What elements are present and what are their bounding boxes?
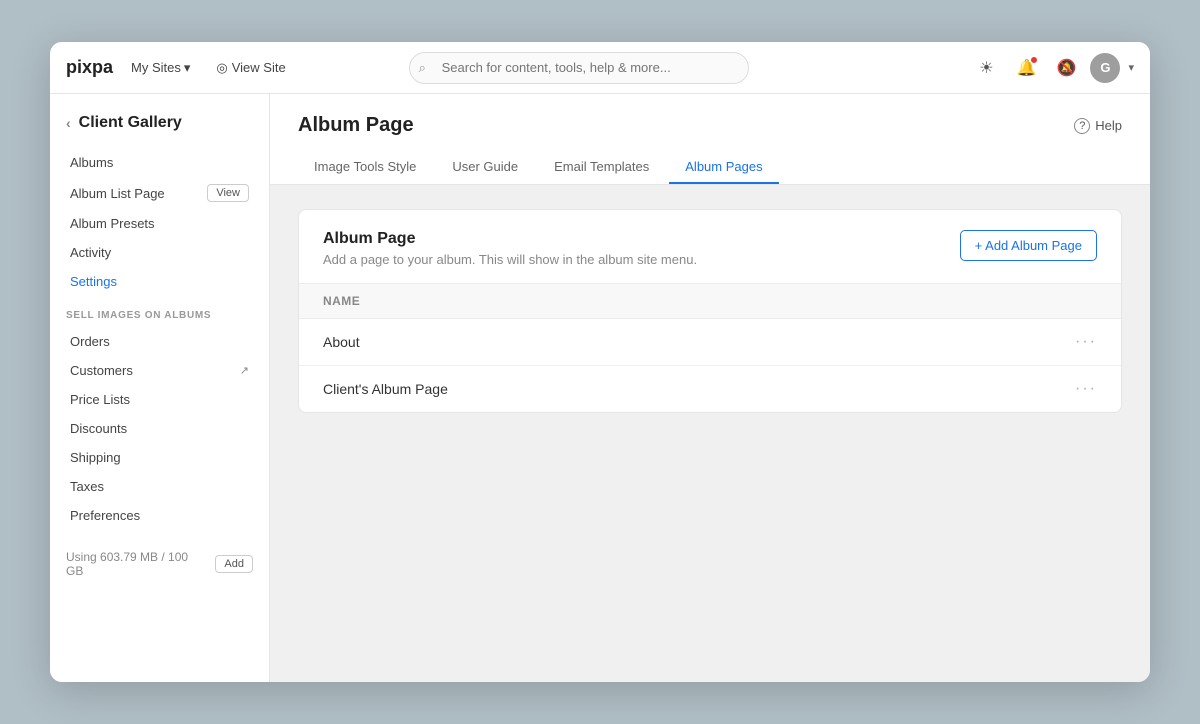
logo: pixpa xyxy=(66,57,113,78)
sidebar-section-sell: Sell Images on Albums xyxy=(50,296,269,327)
sidebar-label-price-lists: Price Lists xyxy=(70,392,130,407)
app-window: pixpa My Sites ▾ ◎ View Site ⌕ ☀ 🔔 🔕 G xyxy=(50,42,1150,682)
sidebar-title: Client Gallery xyxy=(79,114,182,132)
sidebar-item-taxes[interactable]: Taxes xyxy=(54,472,265,501)
content-tabs: Image Tools Style User Guide Email Templ… xyxy=(298,151,1122,184)
sidebar-item-albums[interactable]: Albums xyxy=(54,148,265,177)
alert-bell-icon: 🔕 xyxy=(1057,58,1077,78)
view-site-label: View Site xyxy=(232,60,286,75)
card-header: Album Page Add a page to your album. Thi… xyxy=(299,210,1121,284)
add-storage-button[interactable]: Add xyxy=(215,555,253,573)
sidebar-label-albums: Albums xyxy=(70,155,113,170)
content-header-top: Album Page ? Help xyxy=(298,114,1122,137)
sidebar-item-price-lists[interactable]: Price Lists xyxy=(54,385,265,414)
sidebar-item-activity[interactable]: Activity xyxy=(54,238,265,267)
sidebar-item-preferences[interactable]: Preferences xyxy=(54,501,265,530)
row-name: About xyxy=(323,334,360,350)
avatar-chevron-icon[interactable]: ▾ xyxy=(1128,61,1134,74)
sidebar-item-orders[interactable]: Orders xyxy=(54,327,265,356)
storage-label: Using 603.79 MB / 100 GB xyxy=(66,550,207,578)
sidebar-label-orders: Orders xyxy=(70,334,110,349)
search-input[interactable] xyxy=(409,52,749,84)
sidebar-label-customers: Customers xyxy=(70,363,133,378)
my-sites-menu[interactable]: My Sites ▾ xyxy=(125,56,196,80)
theme-toggle-button[interactable]: ☀ xyxy=(970,52,1002,84)
sidebar-item-settings[interactable]: Settings xyxy=(54,267,265,296)
card-header-info: Album Page Add a page to your album. Thi… xyxy=(323,230,697,267)
topbar: pixpa My Sites ▾ ◎ View Site ⌕ ☀ 🔔 🔕 G xyxy=(50,42,1150,94)
content-header: Album Page ? Help Image Tools Style User… xyxy=(270,94,1150,185)
tab-email-templates[interactable]: Email Templates xyxy=(538,151,665,184)
storage-info: Using 603.79 MB / 100 GB Add xyxy=(50,530,269,586)
sidebar-label-album-list-page: Album List Page xyxy=(70,186,165,201)
content-area: Album Page ? Help Image Tools Style User… xyxy=(270,94,1150,682)
sidebar-item-album-presets[interactable]: Album Presets xyxy=(54,209,265,238)
view-button[interactable]: View xyxy=(207,184,249,202)
sidebar-label-album-presets: Album Presets xyxy=(70,216,155,231)
external-link-icon: ↗ xyxy=(240,364,249,377)
back-icon: ‹ xyxy=(66,115,71,131)
help-link[interactable]: ? Help xyxy=(1074,118,1122,134)
tab-image-tools-style[interactable]: Image Tools Style xyxy=(298,151,432,184)
tab-album-pages[interactable]: Album Pages xyxy=(669,151,778,184)
content-body: Album Page Add a page to your album. Thi… xyxy=(270,185,1150,682)
sidebar-item-shipping[interactable]: Shipping xyxy=(54,443,265,472)
search-icon: ⌕ xyxy=(419,60,426,76)
table-row: About ··· xyxy=(299,319,1121,366)
add-album-page-button[interactable]: + Add Album Page xyxy=(960,230,1097,261)
notifications-button[interactable]: 🔔 xyxy=(1010,52,1042,84)
alerts-button[interactable]: 🔕 xyxy=(1050,52,1082,84)
sidebar-label-activity: Activity xyxy=(70,245,111,260)
tab-user-guide[interactable]: User Guide xyxy=(436,151,534,184)
table-row: Client's Album Page ··· xyxy=(299,366,1121,412)
main-area: ‹ Client Gallery Albums Album List Page … xyxy=(50,94,1150,682)
album-page-card: Album Page Add a page to your album. Thi… xyxy=(298,209,1122,413)
sidebar-item-discounts[interactable]: Discounts xyxy=(54,414,265,443)
search-container: ⌕ xyxy=(409,52,749,84)
sidebar-label-discounts: Discounts xyxy=(70,421,127,436)
topbar-right-actions: ☀ 🔔 🔕 G ▾ xyxy=(970,52,1134,84)
sidebar-item-customers[interactable]: Customers ↗ xyxy=(54,356,265,385)
sidebar-item-album-list-page[interactable]: Album List Page View xyxy=(54,177,265,209)
view-site-button[interactable]: ◎ View Site xyxy=(208,56,293,80)
sidebar-label-preferences: Preferences xyxy=(70,508,140,523)
avatar[interactable]: G xyxy=(1090,53,1120,83)
chevron-down-icon: ▾ xyxy=(184,60,191,76)
sidebar-label-shipping: Shipping xyxy=(70,450,121,465)
sun-icon: ☀ xyxy=(979,58,993,78)
row-name: Client's Album Page xyxy=(323,381,448,397)
help-icon: ? xyxy=(1074,118,1090,134)
sidebar-label-settings: Settings xyxy=(70,274,117,289)
notification-badge xyxy=(1030,56,1038,64)
sidebar-label-taxes: Taxes xyxy=(70,479,104,494)
table-header: Name xyxy=(299,284,1121,319)
my-sites-label: My Sites xyxy=(131,60,181,75)
row-actions-menu[interactable]: ··· xyxy=(1075,380,1097,398)
help-label: Help xyxy=(1095,118,1122,133)
card-description: Add a page to your album. This will show… xyxy=(323,252,697,267)
sidebar-header[interactable]: ‹ Client Gallery xyxy=(50,110,269,148)
card-title: Album Page xyxy=(323,230,697,248)
row-actions-menu[interactable]: ··· xyxy=(1075,333,1097,351)
eye-icon: ◎ xyxy=(216,60,227,76)
page-title: Album Page xyxy=(298,114,414,137)
sidebar: ‹ Client Gallery Albums Album List Page … xyxy=(50,94,270,682)
